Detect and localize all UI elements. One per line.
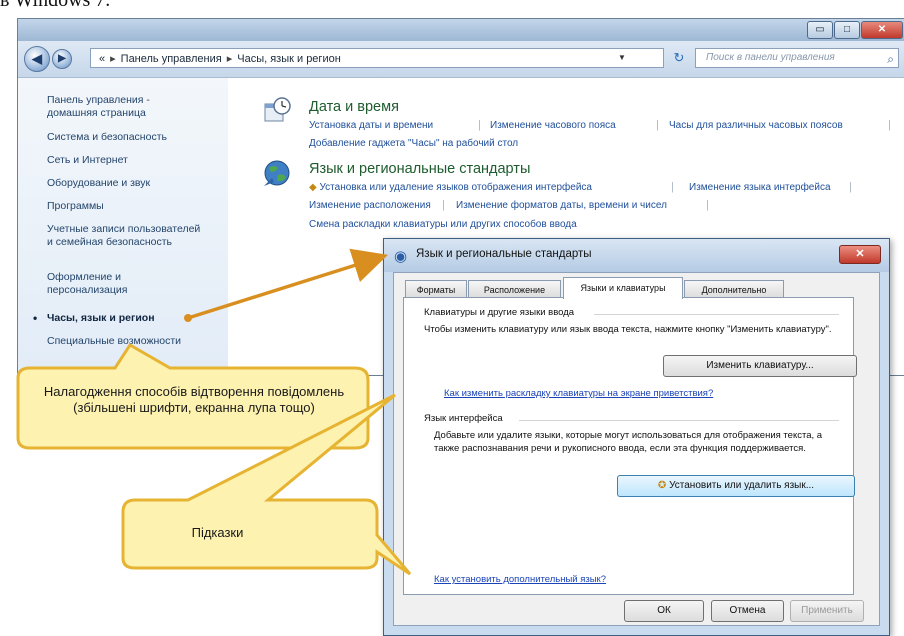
install-additional-language-link[interactable]: Как установить дополнительный язык? <box>434 574 606 585</box>
link-change-display-language[interactable]: Изменение языка интерфейса <box>689 182 831 193</box>
address-dropdown-icon[interactable]: ▼ <box>618 48 634 68</box>
sidebar-item-home[interactable]: Панель управления - домашняя страница <box>47 94 175 120</box>
sidebar-item-system-security[interactable]: Система и безопасность <box>47 131 225 144</box>
link-add-clock-gadget[interactable]: Добавление гаджета "Часы" на рабочий сто… <box>309 138 518 149</box>
sidebar-item-user-accounts[interactable]: Учетные записи пользователей и семейная … <box>47 223 207 249</box>
globe-icon <box>264 160 290 186</box>
close-button[interactable]: ✕ <box>861 21 903 39</box>
search-icon[interactable]: ⌕ <box>887 50 894 68</box>
link-change-keyboards[interactable]: Смена раскладки клавиатуры или других сп… <box>309 219 577 230</box>
sidebar-item-clock-language-region[interactable]: • Часы, язык и регион <box>33 312 225 325</box>
tab-administrative[interactable]: Дополнительно <box>684 280 784 298</box>
navigation-bar: ◀ ▶ « ▸ Панель управления ▸ Часы, язык и рег… <box>18 41 904 78</box>
page-caption: в Windows 7. <box>0 0 111 11</box>
region-language-dialog: ◉ Язык и региональные стандарты ✕ Формат… <box>383 238 890 636</box>
link-additional-clocks[interactable]: Часы для различных часовых поясов <box>669 120 843 131</box>
clock-calendar-icon <box>264 97 291 122</box>
breadcrumb-separator: ▸ <box>110 53 116 65</box>
back-button[interactable]: ◀ <box>24 46 50 72</box>
category-title-language-region[interactable]: Язык и региональные стандарты <box>309 161 530 177</box>
window-titlebar: ▭ □ ✕ <box>18 19 904 41</box>
category-title-date-time[interactable]: Дата и время <box>309 99 399 115</box>
link-divider: | <box>656 119 659 131</box>
change-keyboards-button[interactable]: Изменить клавиатуру... <box>663 355 857 377</box>
address-root-icon: « <box>99 53 106 65</box>
link-change-time-zone[interactable]: Изменение часового пояса <box>490 120 616 131</box>
display-language-description: Добавьте или удалите языки, которые могу… <box>434 430 823 454</box>
group-title-keyboards: Клавиатуры и другие языки ввода <box>424 307 575 318</box>
globe-icon: ◉ <box>394 248 408 265</box>
link-divider: | <box>442 199 445 211</box>
shield-icon: ✪ <box>657 480 667 491</box>
shield-icon: ◆ <box>309 182 317 193</box>
callout-settings-text: Налагодження способів відтворення повідо… <box>43 384 345 415</box>
sidebar-item-programs[interactable]: Программы <box>47 200 225 213</box>
keyboards-description: Чтобы изменить клавиатуру или язык ввода… <box>424 324 832 335</box>
callout-hints-text: Підказки <box>191 525 244 540</box>
group-divider <box>594 314 839 315</box>
breadcrumb-separator: ▸ <box>226 53 233 65</box>
tab-keyboards-languages[interactable]: Языки и клавиатуры <box>563 277 683 299</box>
link-divider: | <box>671 181 674 193</box>
ok-button[interactable]: ОК <box>624 600 704 622</box>
refresh-icon[interactable]: ↻ <box>668 48 690 68</box>
keyboard-welcome-screen-link[interactable]: Как изменить раскладку клавиатуры на экр… <box>444 388 713 399</box>
link-divider: | <box>888 119 891 131</box>
install-uninstall-languages-button[interactable]: ✪ Установить или удалить язык... <box>617 475 855 497</box>
link-label: Установка или удаление языков отображени… <box>319 182 592 193</box>
tab-formats[interactable]: Форматы <box>405 280 467 298</box>
link-set-date-time[interactable]: Установка даты и времени <box>309 120 433 131</box>
active-bullet-icon: • <box>33 311 38 325</box>
sidebar: Панель управления - домашняя страница Си… <box>18 78 228 375</box>
group-divider <box>519 420 839 421</box>
dialog-body: Форматы Расположение Языки и клавиатуры … <box>393 272 880 626</box>
dialog-title: Язык и региональные стандарты <box>416 248 592 260</box>
window-controls: ▭ □ ✕ <box>807 21 903 39</box>
link-divider: | <box>478 119 481 131</box>
link-divider: | <box>706 199 709 211</box>
group-title-display-language: Язык интерфейса <box>424 413 503 424</box>
address-bar[interactable]: « ▸ Панель управления ▸ Часы, язык и регион <box>90 48 664 68</box>
link-divider: | <box>849 181 852 193</box>
dialog-close-button[interactable]: ✕ <box>839 245 881 264</box>
tab-location[interactable]: Расположение <box>468 280 561 298</box>
search-input[interactable]: Поиск в панели управления ⌕ <box>695 48 899 68</box>
sidebar-item-network[interactable]: Сеть и Интернет <box>47 154 225 167</box>
link-install-display-language[interactable]: ◆ Установка или удаление языков отображе… <box>309 182 592 193</box>
link-change-location[interactable]: Изменение расположения <box>309 200 431 211</box>
cancel-button[interactable]: Отмена <box>711 600 784 622</box>
maximize-button[interactable]: □ <box>834 21 860 39</box>
sidebar-item-appearance[interactable]: Оформление и персонализация <box>47 271 167 297</box>
tab-panel-keyboards-languages: Клавиатуры и другие языки ввода Чтобы из… <box>403 297 857 595</box>
link-change-formats[interactable]: Изменение форматов даты, времени и чисел <box>456 200 667 211</box>
sidebar-item-hardware-sound[interactable]: Оборудование и звук <box>47 177 225 190</box>
forward-button[interactable]: ▶ <box>52 49 72 69</box>
breadcrumb-clock-language-region[interactable]: Часы, язык и регион <box>237 53 341 65</box>
minimize-button[interactable]: ▭ <box>807 21 833 39</box>
sidebar-item-label: Часы, язык и регион <box>47 312 155 324</box>
sidebar-item-accessibility[interactable]: Специальные возможности <box>47 335 225 348</box>
search-placeholder: Поиск в панели управления <box>706 52 835 63</box>
apply-button[interactable]: Применить <box>790 600 864 622</box>
dialog-titlebar: ◉ Язык и региональные стандарты ✕ <box>384 239 889 272</box>
breadcrumb-control-panel[interactable]: Панель управления <box>121 53 222 65</box>
button-label: Установить или удалить язык... <box>669 480 815 491</box>
